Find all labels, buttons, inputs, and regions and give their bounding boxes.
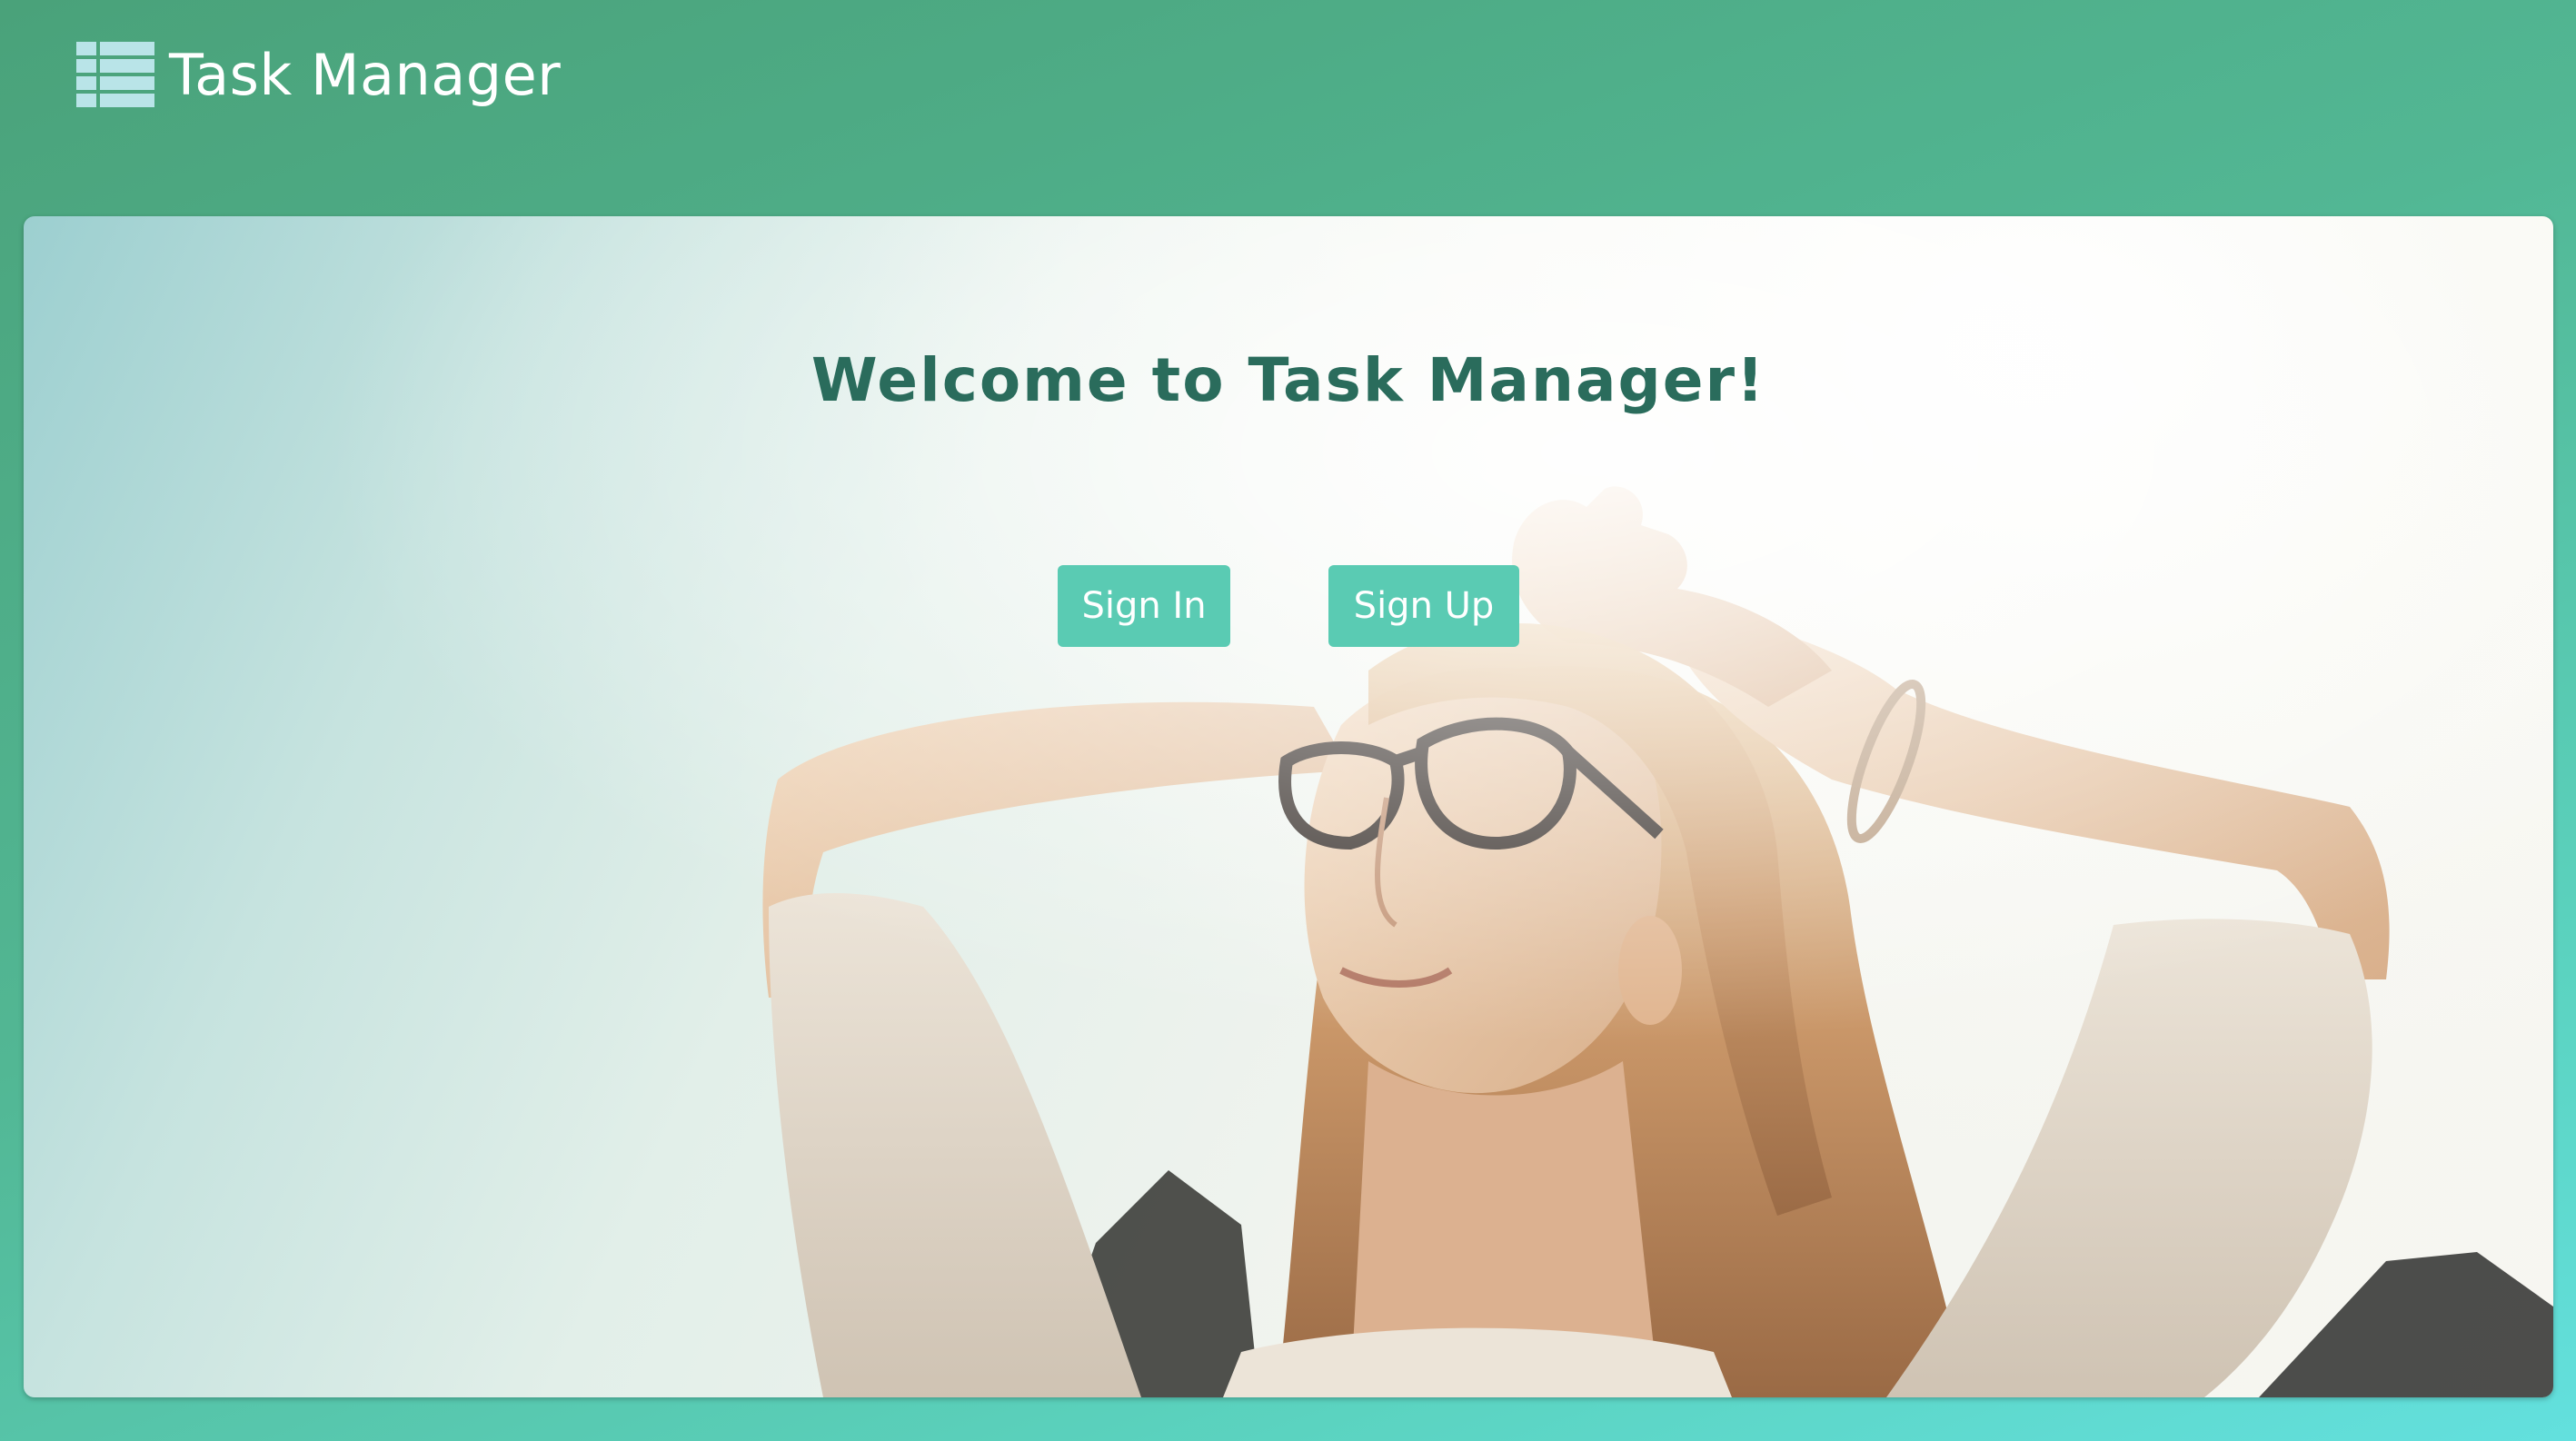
list-table-icon[interactable] <box>76 42 154 107</box>
sign-up-button[interactable]: Sign Up <box>1328 565 1519 647</box>
sign-in-button[interactable]: Sign In <box>1058 565 1230 647</box>
hero-card: Welcome to Task Manager! Sign In Sign Up <box>24 216 2553 1397</box>
navbar: Task Manager <box>76 33 561 116</box>
brand-title[interactable]: Task Manager <box>169 42 561 108</box>
welcome-heading: Welcome to Task Manager! <box>811 345 1766 415</box>
